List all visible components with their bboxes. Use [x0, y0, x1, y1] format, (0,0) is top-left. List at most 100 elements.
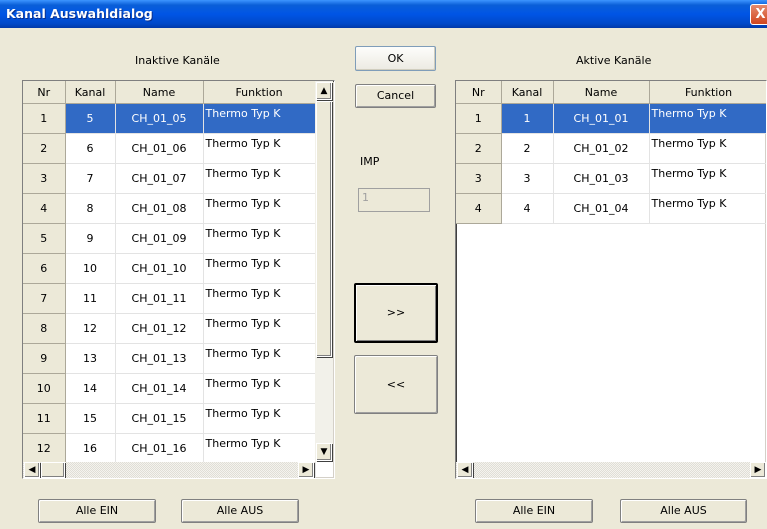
cell-name: CH_01_04	[553, 193, 650, 224]
table-row[interactable]: 4 8 CH_01_08 Thermo Typ K	[23, 193, 316, 224]
cancel-button[interactable]: Cancel	[355, 84, 436, 108]
column-header-nr[interactable]: Nr	[456, 81, 502, 104]
column-header-name[interactable]: Name	[553, 81, 650, 104]
scroll-left-button[interactable]: ◀	[457, 462, 473, 478]
right-alle-aus-button[interactable]: Alle AUS	[620, 499, 747, 523]
table-row[interactable]: 9 13 CH_01_13 Thermo Typ K	[23, 343, 316, 374]
inactive-list-horizontal-scrollbar[interactable]: ◀ ▶	[23, 462, 315, 478]
cell-funktion: Thermo Typ K	[203, 223, 316, 254]
table-row[interactable]: 1 5 CH_01_05 Thermo Typ K	[23, 103, 316, 134]
right-alle-ein-button[interactable]: Alle EIN	[475, 499, 593, 523]
title-bar: Kanal Auswahldialog X	[0, 0, 767, 28]
scroll-down-icon: ▼	[320, 447, 328, 457]
table-row[interactable]: 4 4 CH_01_04 Thermo Typ K	[456, 193, 766, 224]
cell-nr: 9	[23, 343, 66, 374]
cell-funktion: Thermo Typ K	[649, 103, 766, 134]
table-row[interactable]: 7 11 CH_01_11 Thermo Typ K	[23, 283, 316, 314]
table-row[interactable]: 10 14 CH_01_14 Thermo Typ K	[23, 373, 316, 404]
horizontal-scroll-thumb[interactable]	[41, 462, 65, 478]
scroll-up-button[interactable]: ▲	[316, 82, 332, 100]
close-icon: X	[755, 7, 766, 22]
cell-name: CH_01_07	[115, 163, 204, 194]
scroll-left-icon: ◀	[461, 465, 469, 475]
cell-name: CH_01_12	[115, 313, 204, 344]
cell-funktion: Thermo Typ K	[203, 403, 316, 434]
cell-kanal: 15	[65, 403, 116, 434]
scroll-right-button[interactable]: ▶	[298, 462, 314, 478]
cell-funktion: Thermo Typ K	[203, 133, 316, 164]
active-channels-label: Aktive Kanäle	[576, 54, 652, 67]
active-channels-list[interactable]: Nr Kanal Name Funktion 1 1 CH_01_01 Thermo Typ…	[455, 80, 767, 479]
table-header-row: Nr Kanal Name Funktion	[23, 81, 316, 104]
table-row[interactable]: 11 15 CH_01_15 Thermo Typ K	[23, 403, 316, 434]
imp-label: IMP	[360, 155, 380, 168]
ok-button[interactable]: OK	[355, 46, 436, 71]
table-row[interactable]: 12 16 CH_01_16 Thermo Typ K	[23, 433, 316, 464]
move-left-button[interactable]: <<	[354, 355, 438, 414]
column-header-name[interactable]: Name	[115, 81, 204, 104]
cell-funktion: Thermo Typ K	[203, 343, 316, 374]
inactive-channels-list[interactable]: Nr Kanal Name Funktion 1 5 CH_01_05 Thermo Typ…	[22, 80, 335, 479]
cell-nr: 2	[456, 133, 502, 164]
cell-funktion: Thermo Typ K	[203, 313, 316, 344]
cell-nr: 11	[23, 403, 66, 434]
cell-name: CH_01_16	[115, 433, 204, 464]
cell-funktion: Thermo Typ K	[203, 253, 316, 284]
scroll-left-button[interactable]: ◀	[24, 462, 40, 478]
table-row[interactable]: 6 10 CH_01_10 Thermo Typ K	[23, 253, 316, 284]
table-row[interactable]: 8 12 CH_01_12 Thermo Typ K	[23, 313, 316, 344]
cell-nr: 3	[456, 163, 502, 194]
scroll-right-button[interactable]: ▶	[750, 462, 766, 478]
cell-name: CH_01_14	[115, 373, 204, 404]
vertical-scroll-thumb[interactable]	[316, 101, 332, 357]
cell-kanal: 12	[65, 313, 116, 344]
table-row[interactable]: 2 2 CH_01_02 Thermo Typ K	[456, 133, 766, 164]
table-row[interactable]: 3 7 CH_01_07 Thermo Typ K	[23, 163, 316, 194]
cell-name: CH_01_06	[115, 133, 204, 164]
cell-kanal: 11	[65, 283, 116, 314]
cell-funktion: Thermo Typ K	[203, 103, 316, 134]
table-row[interactable]: 1 1 CH_01_01 Thermo Typ K	[456, 103, 766, 134]
column-header-kanal[interactable]: Kanal	[65, 81, 116, 104]
cell-nr: 3	[23, 163, 66, 194]
inactive-list-vertical-scrollbar[interactable]: ▲ ▼	[315, 81, 333, 462]
cell-kanal: 2	[501, 133, 554, 164]
cell-nr: 1	[456, 103, 502, 134]
cell-funktion: Thermo Typ K	[203, 163, 316, 194]
table-row[interactable]: 5 9 CH_01_09 Thermo Typ K	[23, 223, 316, 254]
cell-kanal: 1	[501, 103, 554, 134]
column-header-nr[interactable]: Nr	[23, 81, 66, 104]
scroll-down-button[interactable]: ▼	[316, 443, 332, 461]
cell-kanal: 3	[501, 163, 554, 194]
cell-nr: 2	[23, 133, 66, 164]
cell-kanal: 14	[65, 373, 116, 404]
table-row[interactable]: 3 3 CH_01_03 Thermo Typ K	[456, 163, 766, 194]
cell-nr: 6	[23, 253, 66, 284]
left-alle-aus-button[interactable]: Alle AUS	[181, 499, 299, 523]
scroll-right-icon: ▶	[302, 465, 310, 475]
active-list-horizontal-scrollbar[interactable]: ◀ ▶	[456, 462, 766, 478]
table-header-row: Nr Kanal Name Funktion	[456, 81, 766, 104]
cell-nr: 7	[23, 283, 66, 314]
column-header-kanal[interactable]: Kanal	[501, 81, 554, 104]
inactive-channels-label: Inaktive Kanäle	[135, 54, 220, 67]
cell-kanal: 4	[501, 193, 554, 224]
column-header-funktion[interactable]: Funktion	[203, 81, 316, 104]
move-right-button[interactable]: >>	[354, 283, 438, 343]
cell-nr: 5	[23, 223, 66, 254]
cell-kanal: 13	[65, 343, 116, 374]
cell-funktion: Thermo Typ K	[649, 193, 766, 224]
table-row[interactable]: 2 6 CH_01_06 Thermo Typ K	[23, 133, 316, 164]
window-title: Kanal Auswahldialog	[6, 6, 153, 21]
close-button[interactable]: X	[750, 4, 767, 25]
column-header-funktion[interactable]: Funktion	[649, 81, 766, 104]
cell-nr: 4	[456, 193, 502, 224]
cell-name: CH_01_03	[553, 163, 650, 194]
cell-kanal: 10	[65, 253, 116, 284]
cell-funktion: Thermo Typ K	[203, 193, 316, 224]
left-alle-ein-button[interactable]: Alle EIN	[38, 499, 156, 523]
cell-name: CH_01_08	[115, 193, 204, 224]
imp-field[interactable]: 1	[358, 188, 430, 212]
cell-kanal: 6	[65, 133, 116, 164]
cell-name: CH_01_09	[115, 223, 204, 254]
